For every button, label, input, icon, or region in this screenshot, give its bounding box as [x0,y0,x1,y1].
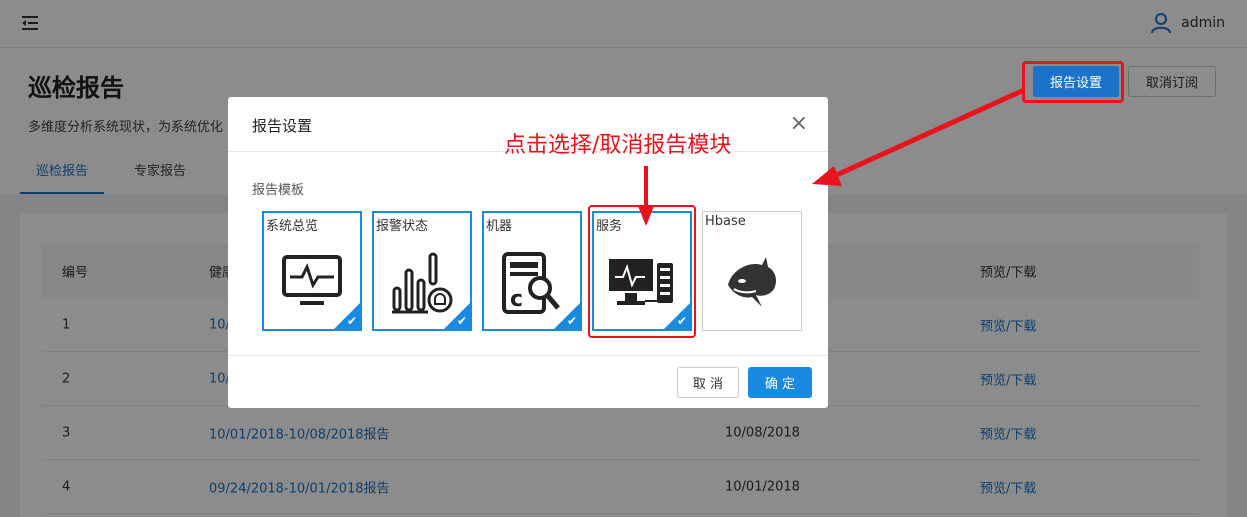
dialog-title: 报告设置 [252,117,313,135]
template-card-hbase[interactable]: Hbase [702,211,802,331]
template-section-label: 报告模板 [252,183,305,198]
check-icon: ✔ [456,314,467,328]
hbase-orca-icon [728,256,776,307]
check-icon: ✔ [566,314,577,328]
check-icon: ✔ [346,314,357,328]
cancel-button[interactable]: 取 消 [677,367,739,398]
card-label: 系统总览 [266,219,319,234]
svg-text:c: c [510,287,523,312]
annotation-highlight-service-card [588,205,696,338]
report-settings-button-highlighted[interactable]: 报告设置 [1033,66,1119,97]
confirm-button[interactable]: 确 定 [748,367,812,398]
card-label: 机器 [486,219,513,234]
close-icon[interactable]: × [790,111,808,136]
annotation-text: 点击选择/取消报告模块 [504,133,732,158]
template-card-alarm-status[interactable]: 报警状态 ✔ [372,211,472,331]
dialog-footer: 取 消 确 定 [228,355,828,408]
template-card-system-overview[interactable]: 系统总览 ✔ [262,211,362,331]
card-label: Hbase [705,214,746,229]
template-card-machine[interactable]: 机器 c ✔ [482,211,582,331]
card-label: 报警状态 [376,219,429,234]
